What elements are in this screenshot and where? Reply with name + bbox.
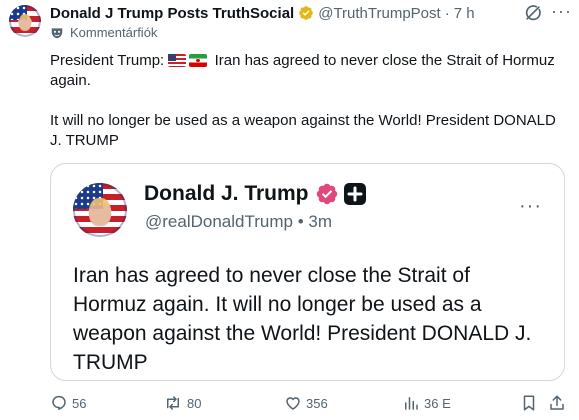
post-time[interactable]: 7 h	[454, 5, 475, 22]
plus-badge-icon	[343, 183, 366, 205]
account-label: Kommentárfiók	[50, 25, 157, 40]
heart-icon	[286, 397, 300, 410]
iran-flag-icon	[189, 54, 208, 67]
us-flag-icon	[168, 54, 187, 67]
grok-icon[interactable]	[523, 3, 543, 23]
author-avatar[interactable]	[9, 5, 41, 37]
more-options-icon[interactable]: ···	[551, 2, 572, 20]
verified-badge-icon	[299, 6, 314, 20]
quoted-handle[interactable]: @realDonaldTrump	[145, 212, 293, 231]
verified-pink-badge-icon	[316, 183, 337, 205]
author-name[interactable]: Donald J Trump Posts TruthSocial	[50, 5, 294, 22]
action-bar: 56 80 356 36 E	[0, 394, 579, 416]
bookmark-icon	[523, 395, 535, 411]
quoted-text: Iran has agreed to never close the Strai…	[73, 264, 532, 374]
like-button[interactable]: 356	[284, 394, 328, 412]
like-count: 356	[306, 395, 328, 411]
account-label-text: Kommentárfiók	[70, 25, 158, 40]
post-text: President Trump: Iran has agreed to neve…	[50, 51, 565, 151]
repost-count: 80	[187, 395, 202, 411]
quoted-separator: •	[297, 212, 304, 231]
quoted-meta: @realDonaldTrump • 3m	[145, 212, 332, 232]
reply-count: 56	[72, 395, 87, 411]
text-prefix: President Trump:	[50, 52, 165, 69]
share-icon	[550, 395, 564, 410]
author-handle[interactable]: @TruthTrumpPost	[318, 5, 440, 22]
repost-icon	[167, 396, 179, 410]
mask-icon	[51, 27, 63, 38]
quoted-header: Donald J. Trump	[144, 182, 367, 206]
quoted-time: 3m	[308, 212, 333, 231]
bookmark-button[interactable]	[520, 394, 542, 412]
quoted-author-avatar[interactable]	[73, 183, 127, 237]
share-button[interactable]	[548, 394, 570, 412]
views-count: 36 E	[424, 395, 451, 411]
quoted-more-icon[interactable]: ···	[519, 196, 542, 216]
reply-button[interactable]: 56	[50, 394, 86, 412]
repost-button[interactable]: 80	[163, 394, 201, 412]
views-button[interactable]: 36 E	[402, 394, 451, 412]
text-para2: It will no longer be used as a weapon ag…	[50, 112, 556, 149]
quoted-author-name[interactable]: Donald J. Trump	[144, 182, 309, 206]
reply-icon	[52, 395, 66, 411]
analytics-icon	[405, 397, 418, 410]
post-header: Donald J Trump Posts TruthSocial @TruthT…	[50, 4, 475, 22]
header-separator: ·	[444, 4, 450, 22]
